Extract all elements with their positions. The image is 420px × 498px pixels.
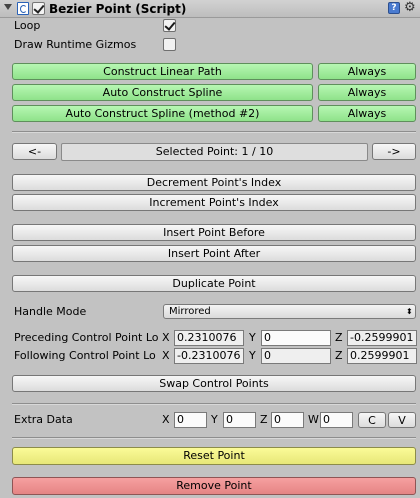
auto-construct-spline-button[interactable]: Auto Construct Spline — [12, 84, 313, 101]
component-enabled-checkbox[interactable] — [32, 2, 45, 15]
swap-control-points-button[interactable]: Swap Control Points — [12, 375, 416, 392]
loop-checkbox[interactable] — [163, 19, 176, 32]
extra-data-c-button[interactable]: C — [358, 412, 386, 428]
preceding-control-point-label: Preceding Control Point Lo — [14, 331, 159, 344]
increment-index-button[interactable]: Increment Point's Index — [12, 194, 416, 211]
loop-label: Loop — [14, 19, 41, 32]
previous-point-button[interactable]: <- — [12, 143, 57, 160]
axis-x-label: X — [162, 413, 170, 426]
axis-w-label: W — [308, 413, 319, 426]
following-z-field[interactable]: 0.2599901 — [347, 348, 417, 364]
axis-y-label: Y — [249, 349, 256, 362]
axis-x-label: X — [162, 349, 170, 362]
axis-z-label: Z — [335, 349, 343, 362]
auto-construct-2-always-button[interactable]: Always — [318, 105, 416, 122]
extra-y-field[interactable]: 0 — [223, 412, 256, 428]
duplicate-point-button[interactable]: Duplicate Point — [12, 275, 416, 292]
extra-x-field[interactable]: 0 — [174, 412, 207, 428]
separator — [12, 403, 416, 405]
axis-x-label: X — [162, 331, 170, 344]
reset-point-button[interactable]: Reset Point — [12, 447, 416, 465]
handle-mode-label: Handle Mode — [14, 305, 87, 318]
draw-runtime-gizmos-checkbox[interactable] — [163, 38, 176, 51]
extra-data-label: Extra Data — [14, 413, 73, 426]
draw-runtime-gizmos-label: Draw Runtime Gizmos — [14, 38, 137, 51]
separator — [12, 437, 416, 439]
axis-z-label: Z — [260, 413, 268, 426]
handle-mode-value: Mirrored — [169, 306, 211, 317]
decrement-index-button[interactable]: Decrement Point's Index — [12, 174, 416, 191]
following-y-field[interactable]: 0 — [261, 348, 331, 364]
auto-construct-spline-2-button[interactable]: Auto Construct Spline (method #2) — [12, 105, 313, 122]
preceding-x-field[interactable]: 0.2310076 — [174, 330, 244, 346]
axis-y-label: Y — [211, 413, 218, 426]
extra-w-field[interactable]: 0 — [320, 412, 353, 428]
remove-point-button[interactable]: Remove Point — [12, 477, 416, 495]
insert-point-before-button[interactable]: Insert Point Before — [12, 224, 416, 241]
next-point-button[interactable]: -> — [372, 143, 416, 160]
extra-data-v-button[interactable]: V — [388, 412, 416, 428]
construct-linear-path-button[interactable]: Construct Linear Path — [12, 63, 313, 80]
handle-mode-dropdown[interactable]: Mirrored — [163, 304, 416, 319]
construct-linear-always-button[interactable]: Always — [318, 63, 416, 80]
separator — [12, 131, 416, 133]
axis-z-label: Z — [335, 331, 343, 344]
foldout-arrow-icon[interactable] — [4, 4, 12, 10]
component-title: Bezier Point (Script) — [49, 2, 187, 16]
axis-y-label: Y — [249, 331, 256, 344]
following-control-point-label: Following Control Point Lo — [14, 349, 156, 362]
insert-point-after-button[interactable]: Insert Point After — [12, 245, 416, 262]
help-icon[interactable]: ? — [388, 2, 400, 14]
preceding-y-field[interactable]: 0 — [261, 330, 331, 346]
dropdown-arrow-icon: ⬍ — [406, 307, 413, 316]
auto-construct-always-button[interactable]: Always — [318, 84, 416, 101]
gear-icon[interactable]: ⚙ — [404, 1, 416, 15]
extra-z-field[interactable]: 0 — [271, 412, 304, 428]
selected-point-label: Selected Point: 1 / 10 — [61, 143, 368, 161]
following-x-field[interactable]: -0.2310076 — [174, 348, 244, 364]
preceding-z-field[interactable]: -0.2599901 — [347, 330, 417, 346]
script-icon — [17, 2, 29, 15]
